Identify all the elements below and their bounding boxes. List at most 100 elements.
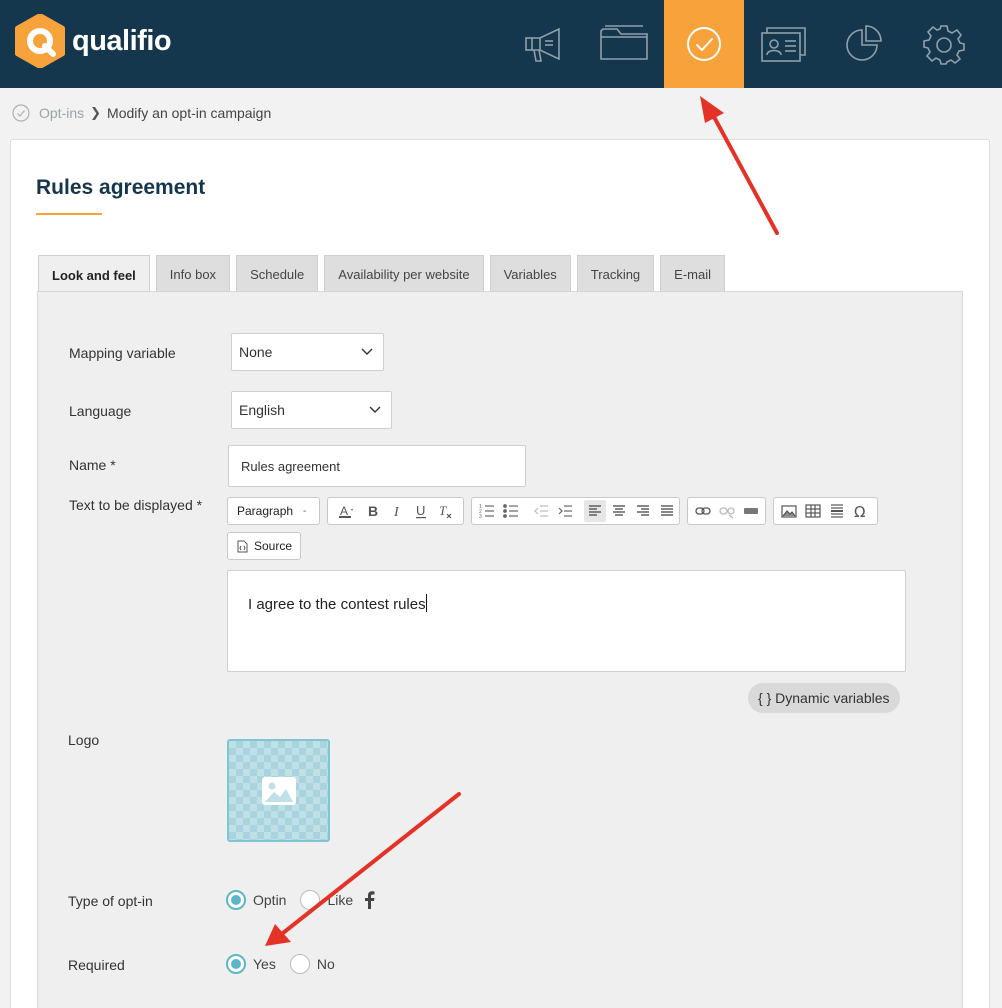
image-button[interactable] [778,500,800,522]
tab-bar: Look and feel Info box Schedule Availabi… [38,255,731,294]
link-button[interactable] [692,500,714,522]
nav-folders[interactable] [584,0,664,88]
table-icon [805,504,821,518]
numbered-list-button[interactable]: 123 [476,500,498,522]
align-left-button[interactable] [584,500,606,522]
svg-text:A: A [340,504,348,518]
paragraph-toolbar-group: 123 [471,497,680,525]
logo-upload[interactable] [227,739,330,842]
megaphone-icon [525,27,560,62]
language-label: Language [69,403,132,419]
align-right-button[interactable] [632,500,654,522]
special-character-button[interactable]: Ω [850,500,872,522]
image-icon [781,505,797,518]
bulleted-list-button[interactable] [500,500,522,522]
source-button[interactable]: Source [227,532,302,560]
nav-contacts[interactable] [744,0,824,88]
optin-type-radio-group: Optin Like [226,890,375,910]
pie-chart-icon [846,25,882,61]
required-label: Required [68,957,125,973]
check-circle-icon [12,104,30,122]
required-no-label: No [316,956,335,972]
numbered-list-icon: 123 [479,504,494,519]
dynamic-variables-button[interactable]: { } Dynamic variables [748,683,900,713]
tab-availability-per-website[interactable]: Availability per website [324,255,484,293]
image-placeholder-icon [261,776,296,805]
underline-button[interactable]: U [410,500,432,522]
like-radio[interactable] [300,890,321,910]
paragraph-format-value: Paragraph [237,504,294,518]
optin-radio-label: Optin [253,892,287,908]
text-caret [425,594,427,612]
optin-radio[interactable] [226,890,246,910]
bulleted-list-icon [503,504,518,518]
tab-look-and-feel[interactable]: Look and feel [38,255,150,294]
tab-email[interactable]: E-mail [660,255,726,293]
facebook-icon [365,891,375,909]
nav-campaigns[interactable] [504,0,584,88]
breadcrumb-current: Modify an opt-in campaign [107,105,272,121]
main-nav [504,0,984,88]
nav-settings[interactable] [904,0,984,88]
paragraph-format-select[interactable]: Paragraph - [231,504,312,518]
tab-info-box[interactable]: Info box [155,255,231,293]
brand-name: qualifio [72,24,172,57]
required-yes-label: Yes [253,956,276,972]
clear-format-button[interactable]: T [434,500,456,522]
mapping-variable-label: Mapping variable [69,345,176,361]
svg-text:U: U [416,503,425,518]
language-select[interactable]: English [231,391,392,429]
anchor-button[interactable] [740,500,762,522]
bold-button[interactable]: B [362,500,384,522]
justify-button[interactable] [656,500,678,522]
svg-text:B: B [368,503,378,519]
main-card: Rules agreement Look and feel Info box S… [10,139,990,1008]
mapping-variable-select[interactable]: None [231,333,384,371]
source-code-icon [237,540,248,552]
breadcrumb: Opt-ins ❯ Modify an opt-in campaign [12,102,271,124]
align-center-icon [613,505,625,516]
tab-variables[interactable]: Variables [489,255,571,293]
type-of-optin-label: Type of opt-in [68,893,153,909]
table-button[interactable] [802,500,824,522]
required-no-radio[interactable] [289,954,310,974]
required-yes-radio[interactable] [226,954,246,974]
rich-text-editor[interactable]: I agree to the contest rules [227,570,906,672]
text-color-button[interactable]: A [332,500,360,522]
language-value: English [239,402,285,418]
nav-statistics[interactable] [824,0,904,88]
editor-content: I agree to the contest rules [248,596,426,613]
indent-icon [558,505,572,517]
underline-icon: U [416,503,426,519]
dropdown-arrow-icon: - [303,505,307,517]
justify-icon [661,505,673,516]
indent-button[interactable] [554,500,576,522]
italic-button[interactable]: I [386,500,408,522]
horizontal-line-icon [831,504,843,518]
nav-optins[interactable] [664,0,744,88]
outdent-icon [534,505,548,517]
link-icon [695,507,711,515]
tab-schedule[interactable]: Schedule [236,255,319,293]
tab-tracking[interactable]: Tracking [576,255,655,293]
required-radio-group: Yes No [226,954,349,974]
name-input[interactable]: Rules agreement [228,445,526,487]
title-underline [36,213,102,215]
format-toolbar-group: Paragraph - [227,497,320,525]
unlink-button[interactable] [716,500,738,522]
align-left-icon [589,505,601,516]
chevron-down-icon [369,406,381,413]
name-label: Name * [69,457,116,473]
text-color-icon: A [339,504,353,518]
mapping-variable-value: None [239,344,273,360]
unlink-icon [719,507,735,519]
align-center-button[interactable] [608,500,630,522]
breadcrumb-optins-link[interactable]: Opt-ins [39,105,84,121]
svg-text:T: T [439,503,447,518]
insert-toolbar-group: Ω [773,497,878,525]
outdent-button[interactable] [530,500,552,522]
qualifio-logo[interactable]: qualifio [14,13,172,69]
horizontal-line-button[interactable] [826,500,848,522]
source-button-label: Source [254,539,293,553]
chevron-down-icon [361,348,373,355]
